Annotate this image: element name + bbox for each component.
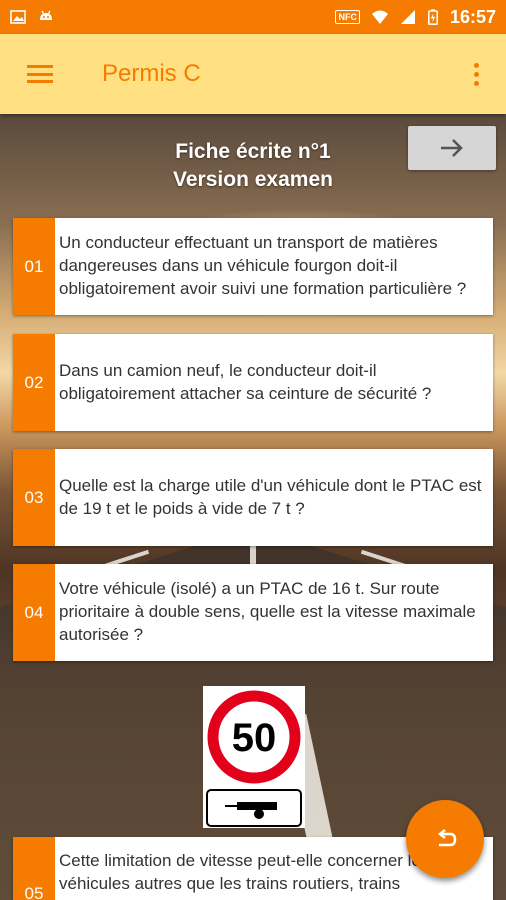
- question-number: 01: [13, 218, 55, 315]
- question-card[interactable]: 01 Un conducteur effectuant un transport…: [13, 218, 493, 315]
- fiche-subtitle: Version examen: [173, 168, 333, 191]
- menu-button[interactable]: [0, 34, 80, 114]
- more-vert-icon: [473, 62, 479, 86]
- question-text: Dans un camion neuf, le conducteur doit-…: [59, 360, 432, 403]
- question-text: Votre véhicule (isolé) a un PTAC de 16 t…: [59, 579, 476, 644]
- app-title: Permis C: [102, 60, 201, 87]
- android-icon: [40, 10, 52, 20]
- app-bar: Permis C: [0, 34, 506, 114]
- question-number: 02: [13, 334, 55, 431]
- nfc-icon: NFC: [335, 10, 360, 24]
- question-number: 05: [13, 837, 55, 900]
- arrow-right-icon: [441, 139, 463, 157]
- question-card[interactable]: 02 Dans un camion neuf, le conducteur do…: [13, 334, 493, 431]
- question-number: 03: [13, 449, 55, 546]
- question-text: Quelle est la charge utile d'un véhicule…: [59, 475, 482, 518]
- image-icon: [10, 10, 26, 24]
- battery-charging-icon: [427, 9, 438, 25]
- question-card[interactable]: 04 Votre véhicule (isolé) a un PTAC de 1…: [13, 564, 493, 661]
- wifi-icon: [371, 10, 388, 24]
- undo-fab-button[interactable]: [406, 800, 484, 878]
- signal-icon: [400, 10, 415, 24]
- question-number: 04: [13, 564, 55, 661]
- question-card[interactable]: 03 Quelle est la charge utile d'un véhic…: [13, 449, 493, 546]
- main-content[interactable]: Fiche écrite n°1 Version examen 01 Un co…: [0, 114, 506, 900]
- speed-limit-trailer-sign: 50: [203, 686, 305, 828]
- hamburger-icon: [27, 65, 53, 83]
- undo-icon: [437, 829, 457, 847]
- more-options-button[interactable]: [446, 34, 506, 114]
- next-fiche-button[interactable]: [408, 126, 496, 170]
- speed-limit-value: 50: [232, 716, 277, 760]
- question-text: Un conducteur effectuant un transport de…: [59, 233, 467, 298]
- status-bar: NFC 16:57: [0, 0, 506, 34]
- clock: 16:57: [449, 6, 496, 27]
